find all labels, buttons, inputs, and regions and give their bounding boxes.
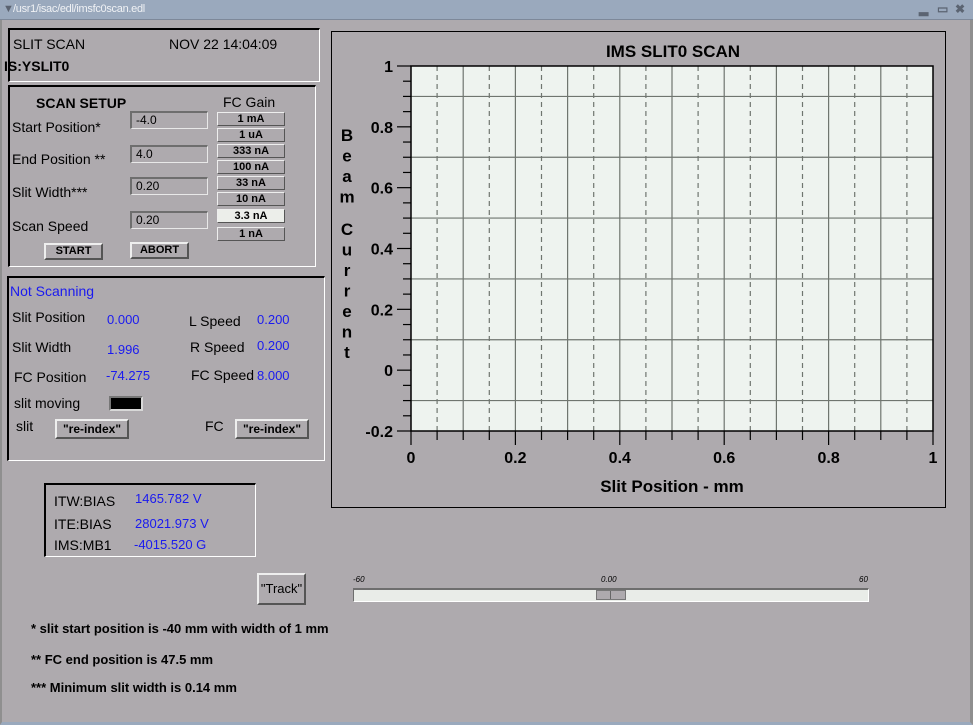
x-tick-label: 1: [929, 450, 938, 467]
itw-bias-label: ITW:BIAS: [54, 493, 116, 509]
x-tick-label: 0.8: [817, 450, 839, 467]
start-position-input[interactable]: -4.0: [130, 111, 208, 129]
y-label-letter: e: [342, 302, 351, 321]
y-label-letter: u: [342, 241, 352, 260]
x-tick-label: 0: [407, 450, 416, 467]
slit-moving-indicator: [109, 396, 143, 411]
fc-speed-value: 8.000: [257, 368, 290, 383]
x-axis-label: Slit Position - mm: [600, 477, 744, 496]
scan-status: Not Scanning: [10, 283, 95, 299]
close-icon[interactable]: ✖: [955, 2, 965, 16]
slider-thumb[interactable]: [596, 590, 626, 600]
fc-gain-title: FC Gain: [223, 94, 276, 110]
fc-reindex-button[interactable]: "re-index": [235, 419, 309, 439]
chart-title: IMS SLIT0 SCAN: [606, 42, 740, 61]
device-name: IS:YSLIT0: [4, 58, 70, 74]
fc-gain-3-3na-button[interactable]: 3.3 nA: [217, 209, 285, 223]
end-position-input[interactable]: 4.0: [130, 145, 208, 163]
y-tick-label: 0.2: [371, 302, 393, 319]
y-label-letter: e: [342, 147, 351, 166]
scan-speed-input[interactable]: 0.20: [130, 211, 208, 229]
y-tick-label: -0.2: [365, 424, 393, 441]
y-tick-label: 0.4: [371, 242, 393, 259]
x-tick-label: 0.6: [713, 450, 735, 467]
y-label-letter: r: [344, 261, 351, 280]
itw-bias-value: 1465.782 V: [135, 491, 202, 506]
x-tick-label: 0.2: [504, 450, 526, 467]
fc-gain-1ma-button[interactable]: 1 mA: [217, 112, 285, 126]
ims-mb1-label: IMS:MB1: [54, 537, 112, 553]
slit-width-label: Slit Width***: [12, 184, 88, 200]
fc-gain-1na-button[interactable]: 1 nA: [217, 227, 285, 241]
y-tick-label: 0.8: [371, 120, 393, 137]
scan-chart: IMS SLIT0 SCAN BeamCurrent Slit Position…: [339, 42, 938, 496]
datetime: NOV 22 14:04:09: [169, 36, 278, 52]
fc-position-value: -74.275: [106, 368, 151, 383]
fc-gain-10na-button[interactable]: 10 nA: [217, 192, 285, 206]
note-end-position: ** FC end position is 47.5 mm: [31, 652, 214, 667]
title-bar: ▼ /usr1/isac/edl/imsfc0scan.edl ▂ ▭ ✖: [0, 0, 973, 20]
slit-width-status-label: Slit Width: [12, 339, 72, 355]
ite-bias-value: 28021.973 V: [135, 516, 209, 531]
fc-gain-1ua-button[interactable]: 1 uA: [217, 128, 285, 142]
y-label-letter: B: [341, 126, 353, 145]
x-tick-label: 0.4: [609, 450, 631, 467]
fc-speed-label: FC Speed: [191, 367, 255, 383]
scan-speed-label: Scan Speed: [12, 218, 89, 234]
slit-width-value: 1.996: [107, 342, 140, 357]
y-label-letter: C: [341, 220, 353, 239]
note-start-position: * slit start position is -40 mm with wid…: [31, 621, 329, 636]
y-label-letter: r: [344, 282, 351, 301]
scan-setup-title: SCAN SETUP: [36, 95, 127, 111]
app-title: SLIT SCAN: [13, 36, 86, 52]
slit-position-label: Slit Position: [12, 309, 86, 325]
ims-mb1-value: -4015.520 G: [134, 537, 207, 552]
slider-max-label: 60: [859, 575, 868, 584]
l-speed-value: 0.200: [257, 312, 290, 327]
chart-panel: IMS SLIT0 SCAN BeamCurrent Slit Position…: [331, 31, 946, 508]
minimize-icon[interactable]: ▂: [919, 2, 928, 16]
slider-value-label: 0.00: [601, 575, 617, 584]
fc-position-label: FC Position: [14, 369, 87, 385]
y-label-letter: a: [342, 167, 352, 186]
y-tick-label: 1: [384, 59, 393, 76]
y-label-letter: m: [339, 188, 354, 207]
track-button[interactable]: "Track": [257, 573, 306, 605]
slit-moving-label: slit moving: [14, 395, 81, 411]
slit-width-input[interactable]: 0.20: [130, 177, 208, 195]
note-min-slit-width: *** Minimum slit width is 0.14 mm: [31, 680, 237, 695]
ite-bias-label: ITE:BIAS: [54, 516, 112, 532]
fc-gain-33na-button[interactable]: 33 nA: [217, 176, 285, 190]
r-speed-label: R Speed: [190, 339, 245, 355]
r-speed-value: 0.200: [257, 338, 290, 353]
maximize-icon[interactable]: ▭: [937, 2, 948, 16]
slit-reindex-label: slit: [16, 418, 34, 434]
start-position-label: Start Position*: [12, 119, 101, 135]
y-label-letter: t: [344, 343, 350, 362]
y-axis-label: BeamCurrent: [339, 126, 354, 362]
window-title: /usr1/isac/edl/imsfc0scan.edl: [13, 3, 145, 15]
slit-position-value: 0.000: [107, 312, 140, 327]
fc-gain-100na-button[interactable]: 100 nA: [217, 160, 285, 174]
end-position-label: End Position **: [12, 151, 106, 167]
slider-min-label: -60: [353, 575, 365, 584]
start-button[interactable]: START: [44, 243, 103, 260]
fc-reindex-label: FC: [205, 418, 224, 434]
slit-reindex-button[interactable]: "re-index": [55, 419, 129, 439]
abort-button[interactable]: ABORT: [130, 242, 189, 259]
y-tick-label: 0: [384, 363, 393, 380]
y-tick-label: 0.6: [371, 181, 393, 198]
fc-gain-333na-button[interactable]: 333 nA: [217, 144, 285, 158]
y-label-letter: n: [342, 323, 352, 342]
l-speed-label: L Speed: [189, 313, 241, 329]
